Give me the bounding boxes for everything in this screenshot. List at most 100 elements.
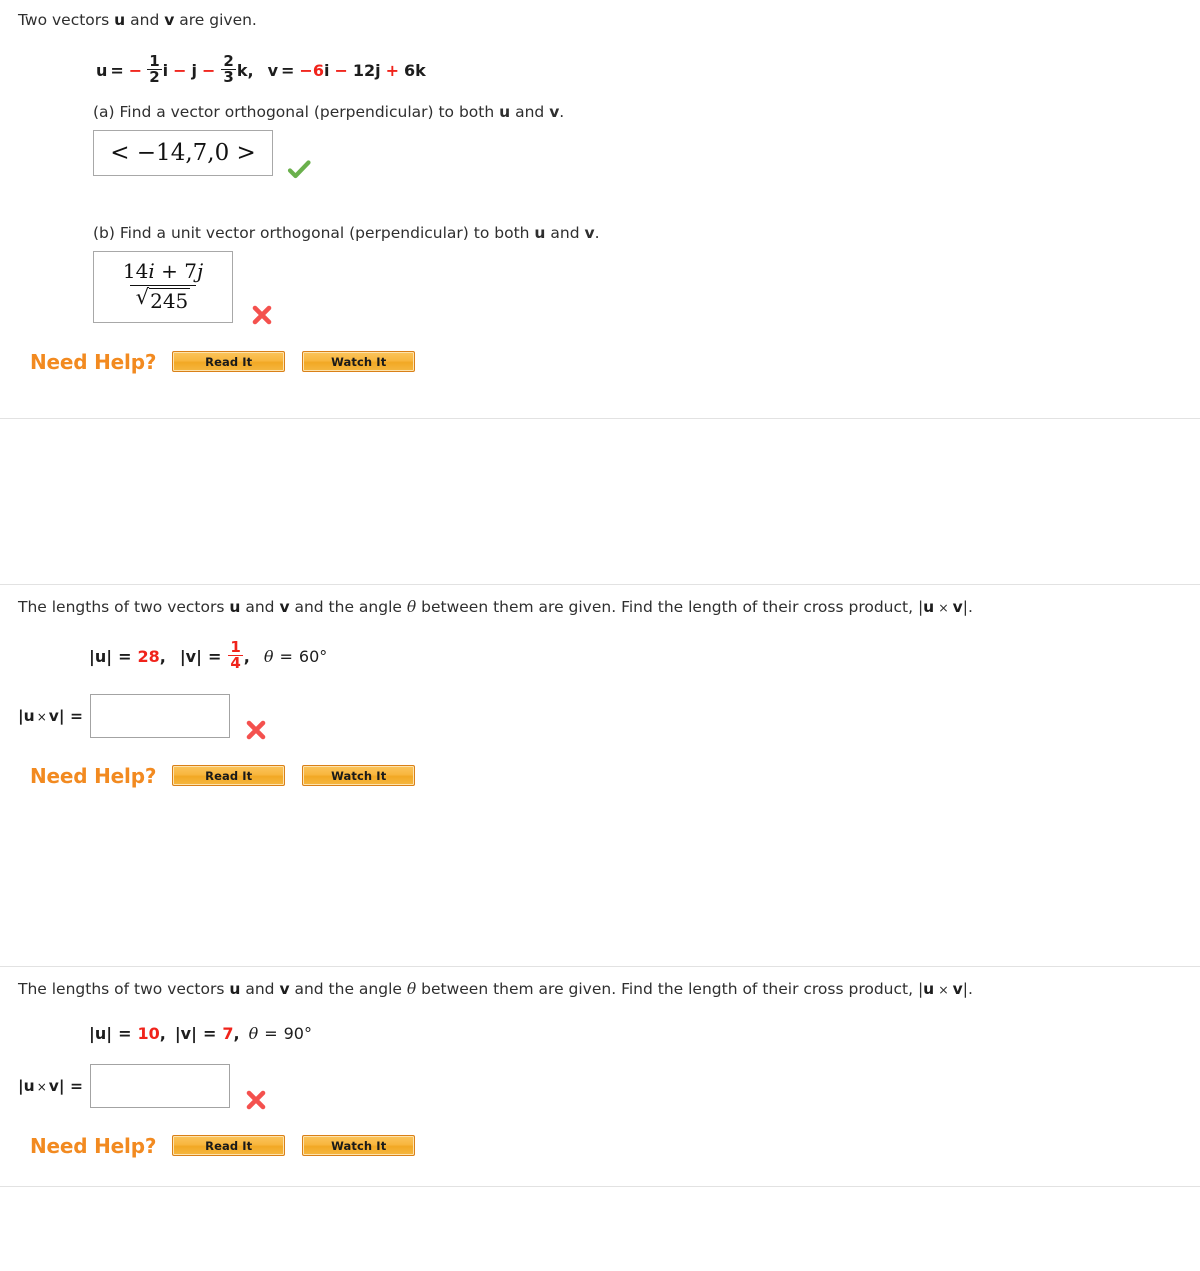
u-magnitude-label: |u|: [89, 647, 113, 667]
read-it-button[interactable]: Read It: [172, 765, 286, 787]
radicand: 245: [149, 287, 191, 313]
v-term3-k: k: [415, 61, 426, 81]
problem-1-part-a-label: (a) Find a vector orthogonal (perpendicu…: [0, 103, 1200, 121]
equals-sign-2: =: [202, 1024, 217, 1044]
equals-sign-u: =: [110, 61, 124, 81]
part-b-answer-box[interactable]: 14i + 7j √ 245: [93, 250, 233, 323]
prompt-text-2: and: [125, 11, 165, 29]
read-it-label: Read It: [205, 354, 253, 369]
part-a-answer-box[interactable]: < −14,7,0 >: [93, 129, 273, 176]
part-b-text-mid: and: [545, 223, 585, 242]
theta-symbol: θ: [406, 979, 417, 998]
correct-check-icon: [286, 156, 312, 182]
comma-2: ,: [243, 647, 250, 667]
u-term3-minus: −: [202, 61, 216, 81]
fraction-denominator: 4: [228, 654, 243, 673]
fraction-denominator: 3: [221, 68, 236, 87]
equals-sign: =: [69, 706, 83, 725]
need-help-label: Need Help?: [30, 1133, 157, 1158]
vector-u-symbol-2: u: [923, 597, 935, 616]
equals-sign-v: =: [281, 61, 295, 81]
watch-it-button[interactable]: Watch It: [302, 351, 416, 373]
section-divider: [0, 583, 1200, 585]
part-a-text-end: .: [559, 102, 565, 121]
vector-v-symbol: v: [584, 223, 595, 242]
read-it-label: Read It: [205, 1138, 253, 1153]
problem-3-need-help: Need Help? Read It Watch It: [0, 1134, 1200, 1158]
watch-it-label: Watch It: [331, 1138, 387, 1153]
equals-sign-3: =: [279, 647, 293, 667]
part-b-answer-fraction: 14i + 7j √ 245: [117, 260, 209, 313]
problem-2-need-help: Need Help? Read It Watch It: [0, 764, 1200, 788]
part-b-text: (b) Find a unit vector orthogonal (perpe…: [93, 223, 535, 242]
numerator-j: j: [196, 259, 204, 284]
read-it-button[interactable]: Read It: [172, 1135, 286, 1157]
v-term2-minus: −: [334, 61, 348, 81]
vector-v-symbol-2: v: [952, 979, 963, 998]
section-divider: [0, 417, 1200, 419]
watch-it-button[interactable]: Watch It: [302, 1135, 416, 1157]
equals-sign-3: =: [264, 1024, 278, 1044]
numerator-plus: +: [161, 259, 178, 284]
watch-it-button[interactable]: Watch It: [302, 765, 416, 787]
answer-numerator: 14i + 7j: [117, 260, 209, 285]
problem-2-prompt: The lengths of two vectors u and v and t…: [0, 597, 1200, 618]
prompt-text-3: and the angle: [289, 597, 407, 616]
vector-u-symbol: u: [499, 102, 511, 121]
prompt-text-5: |.: [962, 597, 973, 616]
part-a-answer-value: < −14,7,0 >: [110, 139, 256, 166]
square-root-icon: √ 245: [135, 284, 191, 314]
vector-u-symbol: u: [23, 706, 35, 725]
vector-v-symbol: v: [279, 979, 290, 998]
watch-it-label: Watch It: [331, 354, 387, 369]
part-a-text: (a) Find a vector orthogonal (perpendicu…: [93, 102, 500, 121]
problem-2-given-values: |u| = 28 , |v| = 1 4 , θ = 60°: [0, 639, 1200, 675]
problem-1-part-a-answer-row: < −14,7,0 >: [0, 129, 1200, 182]
read-it-label: Read It: [205, 768, 253, 783]
vector-u-symbol-2: u: [923, 979, 935, 998]
prompt-text-2: and: [240, 597, 280, 616]
v-magnitude-value: 7: [222, 1024, 234, 1044]
prompt-text-1: The lengths of two vectors: [18, 979, 230, 998]
u-magnitude-label: |u|: [89, 1024, 113, 1044]
prompt-text-4: between them are given. Find the length …: [416, 979, 924, 998]
equals-sign-1: =: [118, 1024, 132, 1044]
problem-3-given-values: |u| = 10 , |v| = 7 , θ = 90°: [0, 1022, 1200, 1046]
prompt-text-4: between them are given. Find the length …: [416, 597, 924, 616]
u-fraction-two-thirds: 2 3: [221, 51, 236, 87]
problem-1-prompt: Two vectors u and v are given.: [0, 10, 1200, 31]
cross-product-answer-input[interactable]: [89, 1063, 230, 1108]
u-term1-minus: −: [128, 61, 143, 81]
vector-v-symbol: v: [549, 102, 560, 121]
need-help-label: Need Help?: [30, 349, 157, 374]
comma-2: ,: [233, 1024, 240, 1044]
read-it-button[interactable]: Read It: [172, 351, 286, 373]
vector-v-symbol: v: [48, 706, 59, 725]
v-term3-coef: 6: [404, 61, 416, 81]
fraction-numerator: 1: [149, 51, 160, 70]
u-magnitude-value: 10: [137, 1024, 160, 1044]
u-term2-minus: −: [173, 61, 187, 81]
u-magnitude-value: 28: [137, 647, 160, 667]
problem-1-need-help: Need Help? Read It Watch It: [0, 350, 1200, 374]
times-symbol: ×: [36, 1079, 47, 1094]
theta-label: θ: [248, 1024, 259, 1044]
numerator-i: i: [148, 259, 155, 284]
section-divider: [0, 965, 1200, 967]
fraction-numerator: 2: [223, 51, 234, 70]
assignment-page: Two vectors u and v are given. u = − 1 2…: [0, 0, 1200, 1187]
theta-symbol: θ: [406, 597, 417, 616]
need-help-label: Need Help?: [30, 763, 157, 788]
part-a-text-mid: and: [510, 102, 550, 121]
problem-2: The lengths of two vectors u and v and t…: [0, 583, 1200, 788]
cross-product-answer-input[interactable]: [89, 693, 230, 738]
fraction-numerator: 1: [230, 637, 241, 656]
prompt-text-3: and the angle: [289, 979, 407, 998]
answer-denominator: √ 245: [129, 284, 197, 314]
u-label: u: [96, 61, 108, 81]
radical-sign: √: [135, 284, 150, 309]
problem-1: Two vectors u and v are given. u = − 1 2…: [0, 0, 1200, 419]
problem-1-part-b-label: (b) Find a unit vector orthogonal (perpe…: [0, 224, 1200, 242]
v-magnitude-label: |v|: [179, 647, 202, 667]
equals-sign: =: [69, 1076, 83, 1095]
